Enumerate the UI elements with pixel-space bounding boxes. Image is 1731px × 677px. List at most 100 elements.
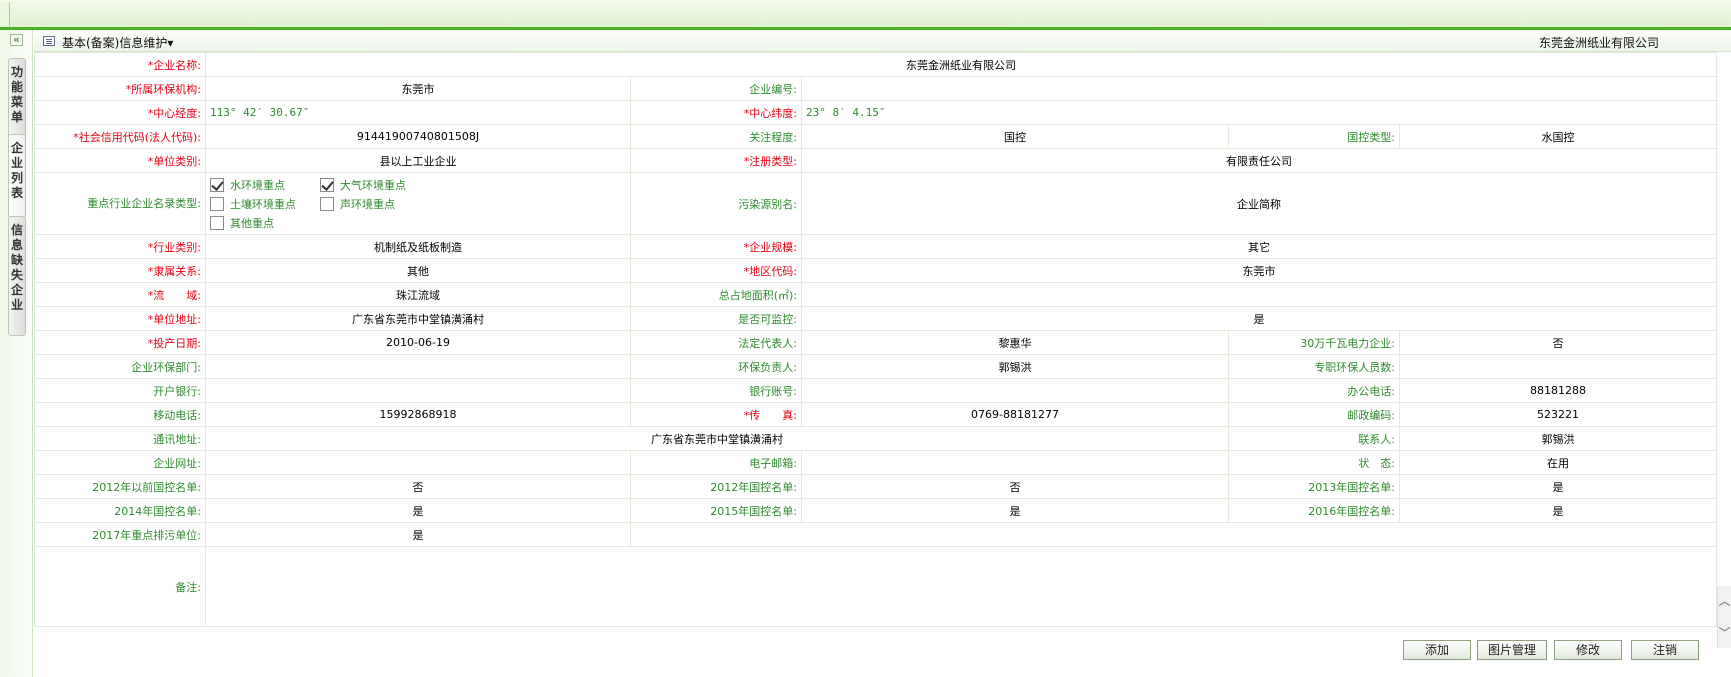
row-env-agency: *所属环保机构: 东莞市 企业编号:: [34, 76, 1718, 101]
label-env-staff-count: 专职环保人员数:: [1228, 354, 1400, 379]
value-basin: 珠江流域: [205, 282, 631, 307]
row-national-control-a: 2012年以前国控名单: 否 2012年国控名单: 否 2013年国控名单: 是: [34, 474, 1718, 499]
label-industry-category: *行业类别:: [34, 234, 206, 259]
value-enterprise-code: [800, 76, 1718, 101]
panel-title-dropdown[interactable]: 基本(备案)信息维护▾: [62, 34, 173, 51]
label-control-2016: 2016年国控名单:: [1228, 498, 1400, 523]
value-pollution-alias: 企业简称: [800, 172, 1718, 235]
value-legal-rep: 黎惠华: [801, 330, 1229, 355]
value-control-2013: 是: [1398, 474, 1718, 499]
value-control-2014: 是: [205, 498, 631, 523]
value-power-enterprise: 否: [1398, 330, 1718, 355]
label-status: 状 态:: [1228, 450, 1400, 475]
scroll-down-icon[interactable]: ﹀: [1718, 626, 1731, 640]
label-attention-level: 关注程度:: [630, 124, 802, 149]
value-postal-code: 523221: [1398, 402, 1718, 427]
value-total-area: [800, 282, 1718, 307]
label-env-department: 企业环保部门:: [34, 354, 206, 379]
label-control-2012: 2012年国控名单:: [630, 474, 802, 499]
checkbox-water-env[interactable]: 水环境重点: [210, 175, 320, 194]
row-env-department: 企业环保部门: 环保负责人: 郭锡洪 专职环保人员数:: [34, 354, 1718, 379]
value-control-2012: 否: [801, 474, 1229, 499]
vtab-function-menu[interactable]: 功能菜单: [8, 58, 26, 140]
label-key-polluter-2017: 2017年重点排污单位:: [34, 522, 206, 547]
value-longitude: 113° 42′ 30.67″: [205, 100, 631, 125]
checkbox-box[interactable]: [320, 196, 334, 211]
label-mobile: 移动电话:: [34, 402, 206, 427]
label-control-pre2012: 2012年以前国控名单:: [34, 474, 206, 499]
vtab-missing-info-enterprises[interactable]: 信息缺失企业: [8, 216, 26, 336]
value-status: 在用: [1398, 450, 1718, 475]
value-control-type: 水国控: [1398, 124, 1718, 149]
checkbox-soil-env[interactable]: 土壤环境重点: [210, 194, 320, 213]
value-website: [205, 450, 631, 475]
deregister-button[interactable]: 注销: [1631, 640, 1699, 660]
value-attention-level: 国控: [801, 124, 1229, 149]
label-control-2013: 2013年国控名单:: [1228, 474, 1400, 499]
label-bank-account: 银行账号:: [630, 378, 802, 403]
row-remarks: 备注:: [34, 546, 1718, 627]
row-coordinates: *中心经度: 113° 42′ 30.67″ *中心纬度: 23° 8′ 4.1…: [34, 100, 1718, 125]
label-region-code: *地区代码:: [630, 258, 802, 283]
label-postal-code: 邮政编码:: [1228, 402, 1400, 427]
checkbox-air-env[interactable]: 大气环境重点: [320, 175, 430, 194]
value-affiliation: 其他: [205, 258, 631, 283]
label-registration-type: *注册类型:: [630, 148, 802, 173]
remarks-scrollbar[interactable]: ︿ ﹀: [1717, 586, 1731, 648]
checkbox-noise-env[interactable]: 声环境重点: [320, 194, 430, 213]
vtab-label: 功能菜单: [11, 65, 24, 124]
edit-button[interactable]: 修改: [1554, 640, 1622, 660]
value-industry-category: 机制纸及纸板制造: [205, 234, 631, 259]
value-mailing-address: 广东省东莞市中堂镇潢涌村: [205, 426, 1229, 451]
value-contact: 郭锡洪: [1398, 426, 1718, 451]
checkbox-other[interactable]: 其他重点: [210, 213, 320, 232]
label-pollution-alias: 污染源别名:: [630, 172, 802, 235]
value-control-2015: 是: [801, 498, 1229, 523]
checkbox-box[interactable]: [320, 177, 334, 192]
vtab-enterprise-list[interactable]: 企业列表: [8, 134, 26, 218]
label-contact: 联系人:: [1228, 426, 1400, 451]
collapse-sidebar-button[interactable]: «: [10, 34, 23, 46]
label-total-area: 总占地面积(㎡):: [630, 282, 802, 307]
row-basin: *流 域: 珠江流域 总占地面积(㎡):: [34, 282, 1718, 307]
label-longitude: *中心经度:: [34, 100, 206, 125]
label-control-2014: 2014年国控名单:: [34, 498, 206, 523]
row-bank: 开户银行: 银行账号: 办公电话: 88181288: [34, 378, 1718, 403]
checkbox-label: 声环境重点: [340, 197, 395, 211]
label-env-agency: *所属环保机构:: [34, 76, 206, 101]
row-national-control-b: 2014年国控名单: 是 2015年国控名单: 是 2016年国控名单: 是: [34, 498, 1718, 523]
row-enterprise-name: *企业名称: 东莞金洲纸业有限公司: [34, 52, 1718, 77]
row-address: *单位地址: 广东省东莞市中堂镇潢涌村 是否可监控: 是: [34, 306, 1718, 331]
top-tab-handle[interactable]: [0, 2, 10, 27]
current-company-name: 东莞金洲纸业有限公司: [1538, 36, 1659, 50]
value-env-staff-count: [1398, 354, 1718, 379]
image-management-button[interactable]: 图片管理: [1477, 640, 1547, 660]
value-production-date: 2010-06-19: [205, 330, 631, 355]
value-latitude: 23° 8′ 4.15″: [800, 100, 1718, 125]
value-enterprise-name: 东莞金洲纸业有限公司: [204, 52, 1718, 77]
checkbox-box[interactable]: [210, 177, 224, 192]
value-enterprise-scale: 其它: [800, 234, 1718, 259]
row-affiliation: *隶属关系: 其他 *地区代码: 东莞市: [34, 258, 1718, 283]
vtab-label: 企业列表: [11, 141, 24, 200]
checkbox-label: 大气环境重点: [340, 178, 406, 192]
value-remarks[interactable]: [204, 546, 1718, 627]
label-legal-rep: 法定代表人:: [630, 330, 802, 355]
label-affiliation: *隶属关系:: [34, 258, 206, 283]
value-env-department: [205, 354, 631, 379]
value-unit-category: 县以上工业企业: [205, 148, 631, 173]
scroll-up-icon[interactable]: ︿: [1718, 594, 1731, 608]
add-button[interactable]: 添加: [1403, 640, 1471, 660]
checkbox-box[interactable]: [210, 215, 224, 230]
value-bank-account: [801, 378, 1229, 403]
row-industry-category: *行业类别: 机制纸及纸板制造 *企业规模: 其它: [34, 234, 1718, 259]
row-key-polluter-2017: 2017年重点排污单位: 是: [34, 522, 1718, 547]
value-bank: [205, 378, 631, 403]
row-unit-category: *单位类别: 县以上工业企业 *注册类型: 有限责任公司: [34, 148, 1718, 173]
row-mobile: 移动电话: 15992868918 *传 真: 0769-88181277 邮政…: [34, 402, 1718, 427]
value-unit-address: 广东省东莞市中堂镇潢涌村: [205, 306, 631, 331]
label-office-phone: 办公电话:: [1228, 378, 1400, 403]
checkbox-box[interactable]: [210, 196, 224, 211]
label-key-industry-type: 重点行业企业名录类型:: [34, 172, 206, 235]
label-remarks: 备注:: [34, 546, 206, 627]
